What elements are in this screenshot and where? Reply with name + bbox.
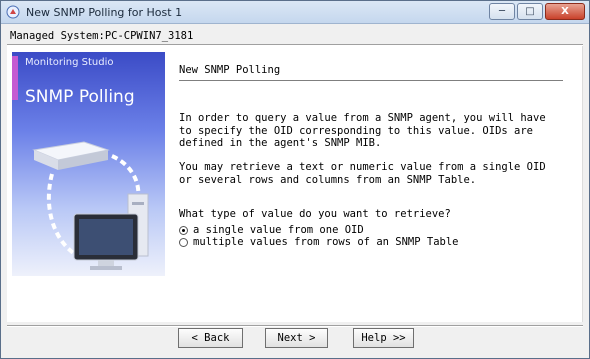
wizard-button-row: < Back Next > Help >> (1, 328, 589, 350)
retrieval-explanation-text: You may retrieve a text or numeric value… (179, 161, 546, 186)
option-table-values[interactable]: multiple values from rows of an SNMP Tab… (179, 236, 459, 248)
managed-system-label: Managed System:PC-CPWIN7_3181 (10, 30, 194, 42)
app-icon (6, 5, 20, 19)
option-single-value[interactable]: a single value from one OID (179, 224, 364, 236)
back-button[interactable]: < Back (178, 328, 243, 348)
section-title: New SNMP Polling (179, 64, 281, 76)
panel-edge (582, 46, 583, 322)
single-value-label: a single value from one OID (193, 224, 364, 236)
value-type-question: What type of value do you want to retrie… (179, 208, 451, 220)
snmp-polling-banner: Monitoring Studio SNMP Polling (12, 52, 165, 276)
single-value-radio[interactable] (179, 225, 188, 235)
server-icon (32, 141, 110, 170)
close-button[interactable]: X (545, 3, 585, 20)
help-button[interactable]: Help >> (353, 328, 414, 348)
oid-explanation-text: In order to query a value from a SNMP ag… (179, 112, 546, 149)
next-button[interactable]: Next > (265, 328, 328, 348)
minimize-button[interactable]: ─ (489, 3, 515, 20)
window-title: New SNMP Polling for Host 1 (26, 5, 183, 19)
title-bar[interactable]: New SNMP Polling for Host 1 ─ □ X (1, 1, 589, 24)
bottom-divider (7, 325, 583, 327)
wizard-panel: Monitoring Studio SNMP Polling New SNMP … (7, 46, 583, 322)
table-values-radio[interactable] (179, 237, 188, 247)
section-divider (179, 80, 563, 81)
monitor-icon (73, 213, 139, 270)
dialog-window: New SNMP Polling for Host 1 ─ □ X Manage… (0, 0, 590, 359)
maximize-button[interactable]: □ (517, 3, 543, 20)
network-polling-illustration (32, 141, 149, 270)
table-values-label: multiple values from rows of an SNMP Tab… (193, 236, 459, 248)
